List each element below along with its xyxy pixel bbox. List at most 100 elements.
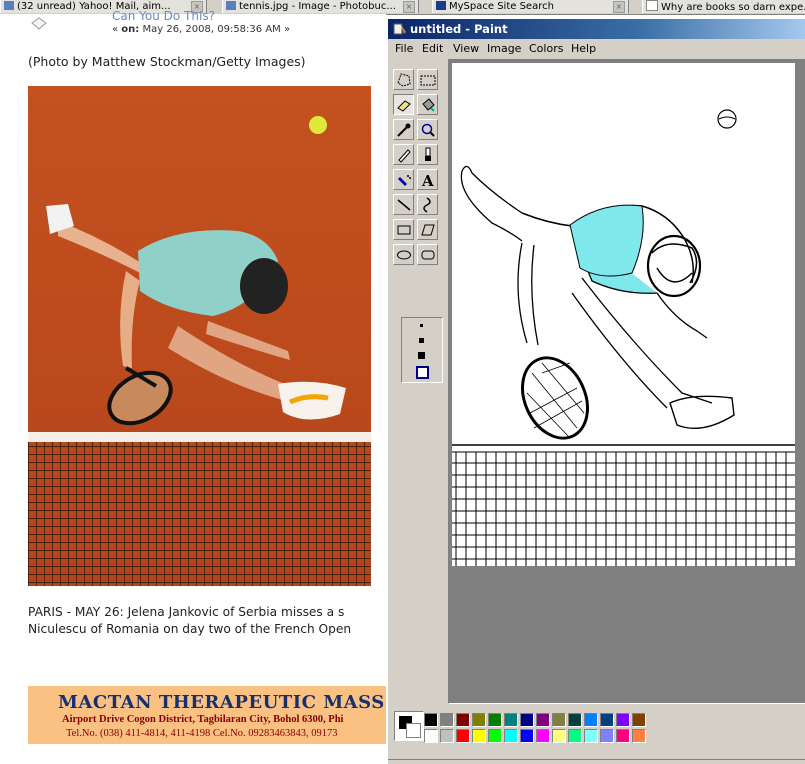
- menu-colors[interactable]: Colors: [529, 42, 563, 55]
- post-date: May 26, 2008, 09:58:36 AM: [142, 24, 281, 35]
- ad-title: MACTAN THERAPEUTIC MASS: [58, 692, 385, 713]
- paint-app-icon: [393, 23, 406, 35]
- ad-address: Airport Drive Cogon District, Tagbilaran…: [62, 714, 344, 725]
- close-icon[interactable]: ×: [403, 1, 415, 13]
- svg-text:A: A: [421, 172, 434, 189]
- palette-swatch[interactable]: [456, 713, 470, 727]
- airbrush-icon: [398, 175, 411, 186]
- palette-swatch[interactable]: [584, 729, 598, 743]
- taskbar-tab-label: Why are books so darn expe...: [661, 2, 805, 13]
- canvas-workspace: [448, 59, 805, 704]
- menu-edit[interactable]: Edit: [422, 42, 443, 55]
- eyedropper-icon: [397, 123, 411, 137]
- eraser-tool[interactable]: [393, 94, 414, 115]
- rectangle-tool[interactable]: [393, 219, 414, 240]
- palette-swatch[interactable]: [440, 713, 454, 727]
- rounded-rectangle-tool[interactable]: [417, 244, 438, 265]
- text-tool[interactable]: A: [417, 169, 438, 190]
- status-bar: [388, 759, 805, 764]
- palette-swatch[interactable]: [488, 729, 502, 743]
- window-title: untitled - Paint: [410, 22, 508, 36]
- menu-image[interactable]: Image: [487, 42, 521, 55]
- paint-window: untitled - Paint File Edit View Image Co…: [386, 19, 805, 764]
- palette-swatch[interactable]: [504, 713, 518, 727]
- magnifier-tool[interactable]: [417, 119, 438, 140]
- palette-swatch[interactable]: [520, 713, 534, 727]
- drawing-canvas[interactable]: [452, 63, 795, 566]
- caption-line: PARIS - MAY 26: Jelena Jankovic of Serbi…: [28, 605, 345, 619]
- taskbar-tab-photobucket[interactable]: tennis.jpg - Image - Photobuc... ×: [222, 0, 419, 13]
- tennis-photo: [28, 86, 371, 586]
- pick-color-tool[interactable]: [393, 119, 414, 140]
- taskbar-tab-books[interactable]: Why are books so darn expe...: [642, 0, 805, 13]
- caption-line: Niculescu of Romania on day two of the F…: [28, 622, 352, 636]
- palette-swatch[interactable]: [600, 729, 614, 743]
- select-tool[interactable]: [417, 69, 438, 90]
- palette-swatch[interactable]: [456, 729, 470, 743]
- current-colors[interactable]: [394, 711, 424, 741]
- ellipse-tool[interactable]: [393, 244, 414, 265]
- document-icon: [646, 0, 658, 11]
- menu-view[interactable]: View: [453, 42, 479, 55]
- palette-swatch[interactable]: [632, 729, 646, 743]
- eraser-size-options[interactable]: [401, 317, 443, 383]
- palette-swatch[interactable]: [488, 713, 502, 727]
- palette-swatch[interactable]: [600, 713, 614, 727]
- palette-swatch[interactable]: [424, 729, 438, 743]
- palette-swatch[interactable]: [520, 729, 534, 743]
- curve-icon: [423, 197, 431, 213]
- free-form-select-icon: [397, 73, 411, 87]
- taskbar-tab-label: tennis.jpg - Image - Photobuc...: [239, 1, 396, 12]
- post-meta: « on: May 26, 2008, 09:58:36 AM »: [112, 24, 291, 35]
- taskbar-tab-myspace[interactable]: MySpace Site Search ×: [432, 0, 629, 13]
- text-icon: A: [421, 172, 434, 189]
- palette-swatch[interactable]: [568, 729, 582, 743]
- post-title[interactable]: Can You Do This?: [112, 9, 215, 23]
- menu-bar: File Edit View Image Colors Help: [388, 39, 805, 58]
- curve-tool[interactable]: [417, 194, 438, 215]
- palette-swatch[interactable]: [424, 713, 438, 727]
- fill-with-color-tool[interactable]: [417, 94, 438, 115]
- toolbox: A: [392, 63, 444, 703]
- ad-banner[interactable]: MACTAN THERAPEUTIC MASS Airport Drive Co…: [28, 686, 386, 744]
- palette-swatch[interactable]: [536, 729, 550, 743]
- palette-swatch[interactable]: [552, 713, 566, 727]
- post-icon: [31, 17, 47, 30]
- browser-icon: [226, 1, 236, 10]
- browser-icon: [4, 1, 14, 10]
- ellipse-icon: [397, 250, 411, 260]
- palette-swatch[interactable]: [440, 729, 454, 743]
- post-meta-on: on:: [121, 24, 140, 35]
- polygon-tool[interactable]: [417, 219, 438, 240]
- eraser-size-1[interactable]: [420, 324, 423, 327]
- close-icon[interactable]: ×: [613, 1, 625, 13]
- eraser-size-4[interactable]: [416, 366, 429, 379]
- line-tool[interactable]: [393, 194, 414, 215]
- eraser-size-2[interactable]: [419, 338, 424, 343]
- photo-credit: (Photo by Matthew Stockman/Getty Images): [28, 54, 306, 69]
- palette-swatch[interactable]: [616, 729, 630, 743]
- palette-swatch[interactable]: [504, 729, 518, 743]
- palette-swatch[interactable]: [616, 713, 630, 727]
- palette-swatch[interactable]: [536, 713, 550, 727]
- palette-swatch[interactable]: [472, 713, 486, 727]
- paint-bucket-icon: [422, 98, 435, 112]
- pencil-tool[interactable]: [393, 144, 414, 165]
- eraser-size-3[interactable]: [418, 352, 425, 359]
- palette-swatch[interactable]: [632, 713, 646, 727]
- menu-help[interactable]: Help: [571, 42, 596, 55]
- background-color[interactable]: [406, 723, 421, 738]
- myspace-icon: [436, 1, 446, 10]
- title-bar[interactable]: untitled - Paint: [388, 19, 805, 39]
- palette-swatch[interactable]: [568, 713, 582, 727]
- rounded-rectangle-icon: [421, 250, 435, 260]
- brush-tool[interactable]: [417, 144, 438, 165]
- ad-phones: Tel.No. (038) 411-4814, 411-4198 Cel.No.…: [66, 728, 338, 739]
- palette-swatch[interactable]: [584, 713, 598, 727]
- free-form-select-tool[interactable]: [393, 69, 414, 90]
- menu-file[interactable]: File: [395, 42, 413, 55]
- airbrush-tool[interactable]: [393, 169, 414, 190]
- forum-web-page: Can You Do This? « on: May 26, 2008, 09:…: [0, 9, 386, 763]
- palette-swatch[interactable]: [552, 729, 566, 743]
- palette-swatch[interactable]: [472, 729, 486, 743]
